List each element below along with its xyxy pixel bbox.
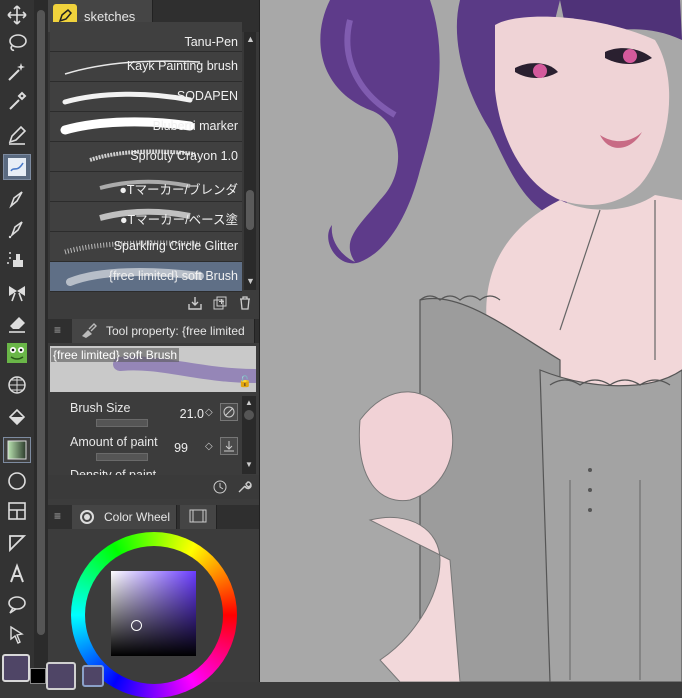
side-panel: sketches Tanu-Pen Kayk Painting brush SO… [46,0,260,698]
color-wheel-icon [80,510,94,524]
import-brush-icon[interactable] [186,294,204,312]
airbrush-icon[interactable] [3,216,31,242]
brush-size-label: Brush Size [70,401,131,415]
list-item[interactable]: SODAPEN [50,82,242,112]
eyedropper-icon[interactable] [3,88,31,114]
scroll-down-icon[interactable]: ▼ [245,460,253,469]
main-color-swatch[interactable] [2,654,30,682]
color-picker-cursor[interactable] [131,620,142,631]
magic-wand-icon[interactable] [3,58,31,84]
color-tab-label: Color Wheel [104,510,171,524]
panel-menu-icon[interactable]: ≡ [54,323,61,337]
list-item[interactable]: ●Tマーカー/ブレンダ [50,172,242,202]
tool-property-title: Tool property: {free limited [106,324,245,338]
brush-list-scrollbar[interactable]: ▲ ▼ [244,32,256,290]
list-item[interactable]: Kayk Painting brush [50,52,242,82]
scroll-up-icon[interactable]: ▲ [245,398,253,407]
color-wheel-area [46,529,259,698]
canvas-artwork [260,0,682,682]
tool-property-header: ≡ Tool property: {free limited [48,319,259,343]
tab-color-history[interactable] [180,505,217,529]
density-of-paint-row: Density of paint [48,462,244,476]
gradient-icon[interactable] [3,437,31,463]
perspective-ruler-icon[interactable] [3,372,31,398]
stepper-icon[interactable]: ◇ [205,407,213,418]
amount-of-paint-slider[interactable] [96,453,148,461]
brush-size-slider[interactable] [96,419,148,427]
lasso-icon[interactable] [3,30,31,56]
amount-dynamics-button[interactable] [220,437,238,455]
brush-name: Bluberri marker [152,119,238,133]
frame-icon[interactable] [3,498,31,524]
brush-name: Sprouty Crayon 1.0 [130,149,238,163]
list-item[interactable]: Bluberri marker [50,112,242,142]
pen-icon[interactable] [3,122,31,148]
duplicate-brush-icon[interactable] [211,294,229,312]
brush-name: Kayk Painting brush [126,59,238,73]
eraser-icon[interactable] [3,310,31,336]
brush-icon[interactable] [3,186,31,212]
list-item[interactable]: ●Tマーカー/ベース塗 [50,202,242,232]
brush-name: SODAPEN [176,89,238,103]
ruler-icon[interactable] [3,530,31,556]
ellipse-icon[interactable] [3,468,31,494]
tool-property-scrollbar[interactable]: ▲ ▼ [242,396,256,474]
lock-icon[interactable]: 🔓 [238,375,252,388]
stepper-icon[interactable]: ◇ [205,441,213,452]
saturation-value-square[interactable] [111,571,196,656]
scroll-down-icon[interactable]: ▼ [246,276,255,286]
tab-color-wheel[interactable]: Color Wheel [72,505,177,529]
fill-icon[interactable] [3,405,31,431]
current-color-swatch[interactable] [46,662,76,690]
amount-of-paint-label: Amount of paint [70,435,158,449]
list-item[interactable]: Sprouty Crayon 1.0 [50,142,242,172]
pencil-icon[interactable] [3,154,31,180]
tool-property-footer [48,475,259,499]
sub-color-swatch-panel[interactable] [82,665,104,687]
amount-of-paint-value[interactable]: 99 [174,441,188,455]
operation-icon[interactable] [3,622,31,648]
brush-preview: {free limited} soft Brush 🔓 [50,346,256,392]
scroll-thumb[interactable] [246,190,254,230]
brush-name: Tanu-Pen [184,35,238,49]
scroll-thumb[interactable] [244,410,254,420]
brush-preview-name: {free limited} soft Brush [51,348,180,362]
wrench-icon[interactable] [235,478,253,496]
decoration-icon[interactable] [3,246,31,272]
brush-settings-icon [80,322,98,341]
delete-brush-icon[interactable] [236,294,254,312]
brush-name: ●Tマーカー/ブレンダ [119,183,238,197]
tab-tool-property[interactable]: Tool property: {free limited [72,319,255,343]
balloon-icon[interactable] [3,592,31,618]
brush-name: Sparkling Circle Glitter [113,239,238,253]
amount-of-paint-row: Amount of paint 99 ◇ [48,431,244,463]
move-icon[interactable] [3,2,31,28]
brush-name: ●Tマーカー/ベース塗 [119,213,238,227]
brush-size-value[interactable]: 21.0 [180,407,204,421]
color-tab-bar: ≡ Color Wheel [48,505,259,529]
text-icon[interactable] [3,561,31,587]
list-item[interactable]: Tanu-Pen [50,22,242,52]
scroll-up-icon[interactable]: ▲ [246,34,255,44]
panel-menu-icon[interactable]: ≡ [54,509,61,523]
ribbon-icon[interactable] [3,280,31,306]
brush-size-dynamics-button[interactable] [220,403,238,421]
toolbar-scrollbar[interactable] [34,0,48,682]
drawing-canvas[interactable] [260,0,682,682]
frog-icon[interactable] [3,340,31,366]
brush-list: Tanu-Pen Kayk Painting brush SODAPEN Blu… [48,22,259,292]
list-item[interactable]: Sparkling Circle Glitter [50,232,242,262]
reset-icon[interactable] [211,478,229,496]
brush-size-row: Brush Size 21.0 ◇ [48,397,244,429]
film-icon [189,509,207,526]
tool-bar [0,0,35,682]
list-item-selected[interactable]: {free limited} soft Brush [50,262,242,292]
brush-name: {free limited} soft Brush [108,269,238,283]
